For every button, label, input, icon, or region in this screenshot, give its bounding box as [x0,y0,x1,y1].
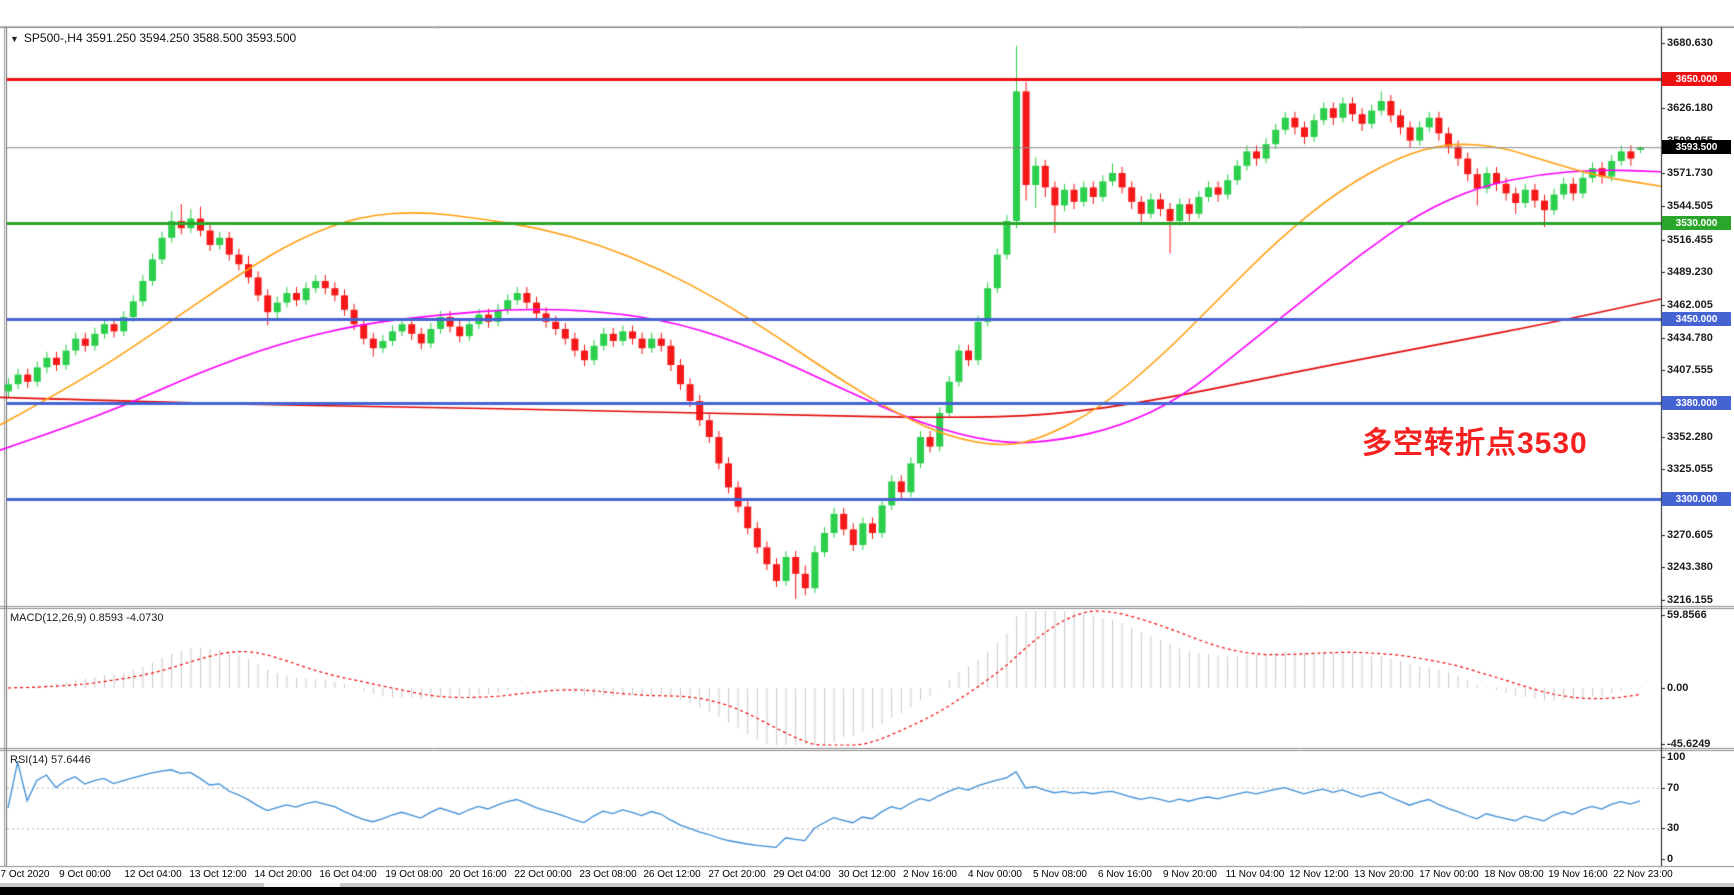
time-axis-label: 29 Oct 04:00 [773,869,830,880]
macd-axis-label: -45.6249 [1667,738,1710,750]
macd-indicator-label: MACD(12,26,9) 0.8593 -4.0730 [10,612,163,624]
rsi-indicator-label: RSI(14) 57.6446 [10,754,91,766]
chart-annotation-text: 多空转折点3530 [1362,418,1588,462]
time-axis-label: 9 Oct 00:00 [59,869,111,880]
price-tick-label: 3325.055 [1667,463,1713,475]
price-tick-label: 3270.605 [1667,529,1713,541]
price-level-tag: 3380.000 [1662,396,1731,410]
time-axis-label: 7 Oct 2020 [1,869,50,880]
price-tick-label: 3489.230 [1667,266,1713,278]
price-level-tag: 3300.000 [1662,492,1731,506]
time-axis-label: 6 Nov 16:00 [1098,869,1152,880]
time-axis-label: 27 Oct 20:00 [708,869,765,880]
bottom-bar [0,887,1734,895]
time-axis-label: 9 Nov 20:00 [1163,869,1217,880]
price-tick-label: 3626.180 [1667,102,1713,114]
price-tick-label: 3571.730 [1667,167,1713,179]
time-axis-label: 13 Nov 20:00 [1354,869,1414,880]
time-axis-label: 5 Nov 08:00 [1033,869,1087,880]
time-axis-label: 14 Oct 20:00 [254,869,311,880]
price-level-tag: 3450.000 [1662,312,1731,326]
time-axis-label: 23 Oct 08:00 [579,869,636,880]
horizontal-scrollbar-thumb[interactable] [264,883,340,887]
current-price-tag: 3593.500 [1662,140,1731,154]
time-axis-label: 20 Oct 16:00 [449,869,506,880]
price-tick-label: 3462.005 [1667,299,1713,311]
rsi-axis-label: 100 [1667,751,1685,763]
price-tick-label: 3352.280 [1667,431,1713,443]
macd-axis-label: 0.00 [1667,682,1688,694]
time-axis-label: 19 Oct 08:00 [385,869,442,880]
price-tick-label: 3680.630 [1667,37,1713,49]
time-axis-label: 4 Nov 00:00 [968,869,1022,880]
time-axis-label: 22 Oct 00:00 [514,869,571,880]
price-tick-label: 3434.780 [1667,332,1713,344]
time-axis-label: 13 Oct 12:00 [189,869,246,880]
price-level-tag: 3530.000 [1662,216,1731,230]
time-axis-label: 22 Nov 23:00 [1613,869,1673,880]
time-axis-label: 12 Nov 12:00 [1289,869,1349,880]
time-axis-label: 12 Oct 04:00 [124,869,181,880]
time-axis-label: 30 Oct 12:00 [838,869,895,880]
chart-title: ▼ SP500-,H4 3591.250 3594.250 3588.500 35… [10,31,296,45]
time-axis-label: 18 Nov 08:00 [1484,869,1544,880]
price-tick-label: 3407.555 [1667,364,1713,376]
macd-axis-label: 59.8566 [1667,609,1707,621]
time-axis-label: 2 Nov 16:00 [903,869,957,880]
price-tick-label: 3243.380 [1667,561,1713,573]
time-axis-label: 26 Oct 12:00 [643,869,700,880]
chart-title-text: SP500-,H4 3591.250 3594.250 3588.500 359… [24,31,296,45]
time-axis-label: 11 Nov 04:00 [1226,869,1285,880]
time-axis-label: 19 Nov 16:00 [1548,869,1608,880]
rsi-axis-label: 30 [1667,822,1679,834]
time-axis-label: 17 Nov 00:00 [1419,869,1479,880]
price-tick-label: 3544.505 [1667,200,1713,212]
rsi-axis-label: 70 [1667,782,1679,794]
price-level-tag: 3650.000 [1662,72,1731,86]
price-tick-label: 3216.155 [1667,594,1713,606]
time-axis-label: 16 Oct 04:00 [319,869,376,880]
price-tick-label: 3516.455 [1667,234,1713,246]
rsi-axis-label: 0 [1667,853,1673,865]
trading-platform-window: F A T ⇱ ▾ M1M5M15M30H1H4D1W1MN ▼SP500-,H… [0,0,1734,895]
chart-title-dropdown-icon[interactable]: ▼ [10,34,19,44]
